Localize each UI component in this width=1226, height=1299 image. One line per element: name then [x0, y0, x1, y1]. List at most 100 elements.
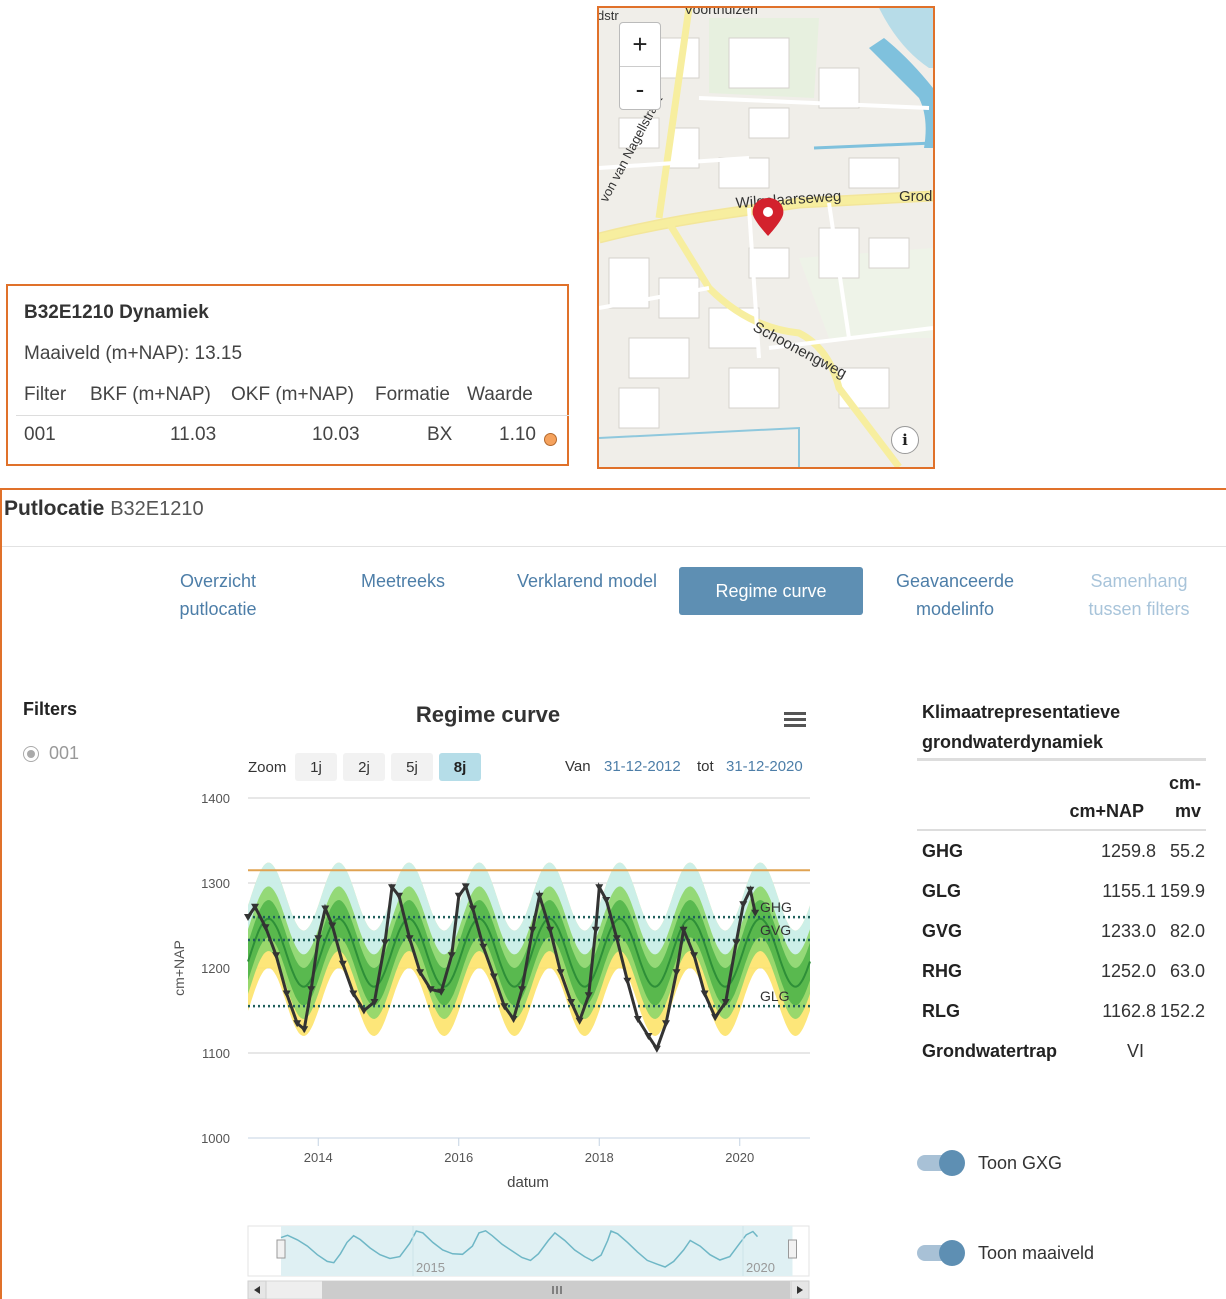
tot-label: tot — [697, 758, 715, 775]
map-label-dstr: dstr — [599, 8, 619, 23]
tab-label: putlocatie — [179, 599, 257, 619]
map-label-street3: Grod — [899, 188, 932, 205]
info-panel: B32E1210 Dynamiek Maaiveld (m+NAP): 13.1… — [6, 284, 569, 466]
col-waarde: Waarde — [467, 384, 533, 405]
gxg-label: GHG — [760, 899, 792, 915]
scrollbar-thumb[interactable] — [322, 1281, 790, 1299]
navigator-handle[interactable] — [788, 1239, 797, 1259]
x-tick-label: 2016 — [444, 1150, 473, 1165]
zoom-1j-label: 1j — [310, 759, 322, 776]
tab-overzicht[interactable]: Overzicht putlocatie — [155, 567, 281, 619]
zoom-5j-button[interactable]: 5j — [391, 753, 433, 781]
toggle-switch[interactable] — [917, 1240, 965, 1266]
navigator-selection — [281, 1226, 793, 1276]
toggle-switch[interactable] — [917, 1150, 965, 1176]
row-label: RHG — [922, 961, 962, 981]
tab-label: Meetreeks — [360, 571, 446, 591]
zoom-2j-label: 2j — [358, 759, 370, 776]
map-zoom-control: + - — [619, 22, 661, 110]
zoom-5j-label: 5j — [406, 759, 418, 776]
x-tick-label: 2020 — [725, 1150, 754, 1165]
filter-option-label: 001 — [49, 743, 80, 763]
tab-verklarend-model[interactable]: Verklarend model — [505, 567, 669, 615]
navigator-label: 2020 — [746, 1260, 775, 1275]
tab-label: Overzicht — [179, 571, 257, 591]
climate-title-line1: Klimaatrepresentatieve — [922, 702, 1121, 722]
zoom-label: Zoom — [248, 759, 286, 776]
chart-menu-icon[interactable] — [784, 712, 806, 727]
row-label: Grondwatertrap — [922, 1041, 1058, 1061]
x-tick-label: 2018 — [585, 1150, 614, 1165]
filters-title: Filters — [23, 699, 78, 719]
radio-selected-icon[interactable] — [23, 745, 39, 762]
table-row: 001 11.03 10.03 BX 1.10 — [16, 416, 569, 456]
row-label: RLG — [922, 1001, 960, 1021]
col-cm-mv-line1: cm- — [1168, 773, 1201, 793]
row-mv: 152.2 — [1159, 1001, 1205, 1021]
x-tick-label: 2014 — [304, 1150, 333, 1165]
filter-option[interactable]: 001 — [23, 743, 79, 764]
cell-formatie: BX — [427, 424, 453, 445]
toggle-gxg[interactable]: Toon GXG — [917, 1150, 1062, 1176]
table-row: RHG 1252.0 63.0 — [917, 951, 1206, 991]
tab-meetreeks[interactable]: Meetreeks — [340, 567, 466, 615]
row-nap: 1233.0 — [1100, 921, 1156, 941]
tab-label: tussen filters — [1088, 599, 1190, 619]
row-nap: 1155.1 — [1102, 881, 1156, 901]
zoom-in-button[interactable]: + — [620, 23, 660, 67]
navigator-handle[interactable] — [276, 1239, 286, 1259]
climate-table: cm+NAP cm- mv GHG 1259.8 55.2 GLG 1155.1… — [917, 758, 1206, 1071]
info-maaiveld: Maaiveld (m+NAP): 13.15 — [24, 343, 243, 364]
tab-regime-curve[interactable]: Regime curve — [679, 567, 863, 615]
tot-date-input[interactable]: 31-12-2020 — [726, 758, 803, 775]
row-label: GLG — [922, 881, 961, 901]
zoom-out-button[interactable]: - — [620, 67, 660, 111]
x-axis-title: datum — [507, 1174, 549, 1191]
map-panel[interactable]: Voorthuizen dstr von van Nagellstraat Wi… — [597, 6, 935, 469]
cell-waarde: 1.10 — [499, 424, 536, 445]
chart-title: Regime curve — [416, 702, 560, 727]
zoom-2j-button[interactable]: 2j — [343, 753, 385, 781]
tab-label: Verklarend model — [516, 571, 658, 591]
toggle-label: Toon maaiveld — [978, 1242, 1095, 1263]
table-row: GLG 1155.1 159.9 — [917, 871, 1206, 911]
y-tick-label: 1300 — [201, 876, 230, 891]
gxg-label: GLG — [760, 988, 790, 1004]
table-row: Grondwatertrap VI — [917, 1031, 1206, 1071]
info-table-header: Filter BKF (m+NAP) OKF (m+NAP) Formatie … — [16, 376, 569, 416]
page-title: Putlocatie B32E1210 — [4, 497, 204, 521]
y-tick-label: 1400 — [201, 791, 230, 806]
col-filter: Filter — [24, 384, 67, 405]
navigator[interactable]: 2015 2020 — [247, 1225, 810, 1277]
zoom-8j-button[interactable]: 8j — [439, 753, 481, 781]
tab-geavanceerde-modelinfo[interactable]: Geavanceerde modelinfo — [885, 567, 1025, 619]
tab-label: Regime curve — [715, 581, 827, 601]
tab-samenhang-filters[interactable]: Samenhang tussen filters — [1072, 567, 1206, 619]
map-label-voorthuizen: Voorthuizen — [684, 8, 758, 17]
row-mv: 159.9 — [1159, 881, 1205, 901]
status-dot — [544, 433, 557, 446]
van-date-input[interactable]: 31-12-2012 — [604, 758, 681, 775]
info-table: Filter BKF (m+NAP) OKF (m+NAP) Formatie … — [16, 376, 569, 456]
page-title-id: B32E1210 — [110, 498, 204, 520]
row-mv: 55.2 — [1169, 841, 1205, 861]
info-title: B32E1210 Dynamiek — [24, 302, 209, 323]
climate-title: Klimaatrepresentatieve grondwaterdynamie… — [922, 697, 1120, 757]
y-axis-title: cm+NAP — [171, 940, 187, 996]
col-cm-nap: cm+NAP — [1069, 801, 1144, 821]
tab-label: Geavanceerde — [895, 571, 1015, 591]
cell-bkf: 11.03 — [170, 424, 217, 445]
row-nap: 1259.8 — [1100, 841, 1156, 861]
horizontal-scrollbar[interactable] — [247, 1280, 810, 1299]
toggle-maaiveld[interactable]: Toon maaiveld — [917, 1240, 1094, 1266]
tab-label: Samenhang — [1090, 571, 1188, 591]
y-tick-label: 1000 — [201, 1131, 230, 1146]
y-tick-label: 1200 — [201, 961, 230, 976]
col-okf: OKF (m+NAP) — [231, 384, 354, 405]
regime-curve-chart: Regime curve Zoom 1j 2j 5j 8j Van 31-12-… — [171, 702, 811, 1299]
map-info-button[interactable]: i — [891, 426, 919, 454]
gxg-label: GVG — [760, 922, 791, 938]
zoom-1j-button[interactable]: 1j — [295, 753, 337, 781]
col-bkf: BKF (m+NAP) — [90, 384, 211, 405]
row-nap: 1252.0 — [1100, 961, 1156, 981]
